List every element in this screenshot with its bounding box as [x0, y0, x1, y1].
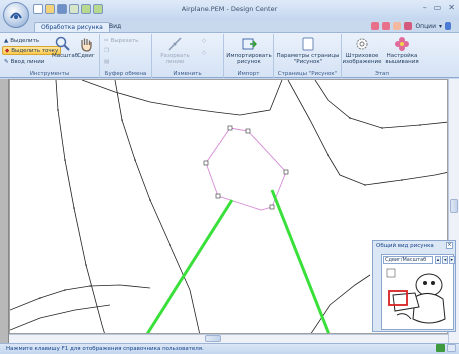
nav-right-icon[interactable]: ▸	[449, 256, 455, 264]
overview-content: Сдвиг/Масштаб ▴ ◂ ▸	[381, 254, 455, 330]
flower-outline-icon	[356, 38, 368, 50]
embroidery-settings-button[interactable]: Настройка вышивания	[382, 36, 422, 65]
scroll-thumb[interactable]	[205, 335, 221, 342]
image-icon[interactable]	[393, 22, 402, 30]
overview-thumbnail[interactable]	[385, 267, 451, 329]
outline-line	[10, 304, 111, 331]
paste-icon: ▤	[104, 58, 110, 65]
left-margin-strip	[0, 79, 9, 343]
app-menu-button[interactable]	[3, 2, 29, 28]
node-tool-icon[interactable]: ◇	[200, 36, 208, 45]
group-label: Импорт	[237, 71, 260, 77]
import-picture-button[interactable]: Импортировать рисунок	[226, 36, 272, 65]
group-label: Буфер обмена	[104, 71, 147, 77]
enter-line-button[interactable]: ✎ Ввод линии	[2, 57, 46, 66]
hand-icon	[81, 38, 92, 52]
group-clipboard: ✂ Вырезать ❐ ▤ Буфер обмена	[100, 34, 152, 78]
chevron-down-icon[interactable]: ▾	[439, 23, 442, 30]
line-pencil-icon: ✎	[4, 58, 9, 65]
select-button[interactable]: ▲ Выделить	[2, 36, 41, 45]
vertex-handle[interactable]	[283, 169, 289, 175]
outline-line	[81, 80, 241, 116]
callout-arrow	[270, 189, 331, 333]
split-line-button[interactable]: Разорвать линию	[154, 36, 196, 65]
magnifier-icon	[386, 268, 396, 278]
copy-button[interactable]: ❐	[102, 46, 111, 55]
ribbon: ▲ Выделить ◆ Выделить точку ✎ Ввод линии…	[0, 32, 459, 78]
vertex-handle[interactable]	[203, 160, 209, 166]
tab-view[interactable]: Вид	[103, 22, 127, 32]
group-label: Страницы "Рисунок"	[277, 71, 338, 77]
status-indicator-icon[interactable]	[436, 344, 445, 352]
callout-arrow	[145, 199, 234, 333]
overview-nav: ▴ ◂ ▸	[435, 256, 455, 264]
app-logo-icon	[10, 12, 22, 19]
flower-icon[interactable]	[371, 22, 380, 30]
horizontal-scrollbar[interactable]	[9, 334, 448, 343]
outline-line	[55, 80, 105, 333]
import-image-icon	[242, 38, 257, 50]
group-label: Изменить	[173, 71, 202, 77]
group-modify: Разорвать линию ◇ ◇ Изменить	[152, 34, 224, 78]
outline-line	[287, 80, 447, 186]
ribbon-right-tools: Опции ▾	[371, 22, 451, 30]
split-line-icon	[168, 37, 182, 51]
flower-icon[interactable]	[404, 22, 413, 30]
status-indicator-icon[interactable]	[447, 344, 456, 352]
point-cursor-icon: ◆	[5, 47, 10, 54]
flower-icon	[395, 37, 409, 51]
minimize-button[interactable]: –	[423, 3, 427, 12]
cut-button[interactable]: ✂ Вырезать	[102, 36, 140, 45]
group-stage: Штриховое изображение Настройка вышивани…	[342, 34, 422, 78]
pan-button[interactable]: Сдвиг	[76, 36, 96, 59]
outline-line	[10, 284, 151, 311]
outline-line	[239, 80, 283, 116]
status-bar: Нажмите клавишу F1 для отображения справ…	[0, 343, 459, 354]
outline-line	[310, 274, 371, 333]
overview-mode-select[interactable]: Сдвиг/Масштаб	[383, 256, 433, 264]
group-import: Импортировать рисунок Импорт	[224, 34, 274, 78]
nav-left-icon[interactable]: ◂	[442, 256, 448, 264]
copy-icon: ❐	[104, 47, 109, 54]
window-controls: – ▭ ✕	[423, 3, 455, 12]
maximize-button[interactable]: ▭	[434, 3, 442, 12]
group-label: Инструменты	[29, 71, 70, 77]
group-tools: ▲ Выделить ◆ Выделить точку ✎ Ввод линии…	[0, 34, 100, 78]
options-menu[interactable]: Опции	[415, 23, 436, 30]
vertex-handle[interactable]	[269, 204, 275, 210]
group-pages: Параметры страницы "Рисунок" Страницы "Р…	[274, 34, 342, 78]
magnifier-icon	[55, 36, 70, 51]
overview-panel: Общий вид рисунка × Сдвиг/Масштаб ▴ ◂ ▸	[372, 240, 456, 332]
close-button[interactable]: ✕	[448, 3, 455, 12]
page-icon	[302, 37, 314, 51]
outline-line	[314, 80, 447, 129]
tab-image-processing[interactable]: Обработка рисунка	[34, 22, 110, 32]
flower-icon[interactable]	[382, 22, 391, 30]
scissors-icon: ✂	[104, 37, 109, 44]
vertex-handle[interactable]	[215, 193, 221, 199]
outline-line	[114, 80, 200, 333]
status-text: Нажмите клавишу F1 для отображения справ…	[6, 346, 204, 352]
help-icon[interactable]	[445, 22, 451, 30]
arrow-cursor-icon: ▲	[4, 37, 9, 44]
vertex-handle[interactable]	[227, 125, 233, 131]
group-label: Этап	[374, 71, 389, 77]
page-params-button[interactable]: Параметры страницы "Рисунок"	[276, 36, 340, 65]
scroll-thumb[interactable]	[450, 199, 458, 213]
status-icons	[436, 344, 456, 352]
vertex-handle[interactable]	[245, 128, 251, 134]
close-icon[interactable]: ×	[446, 242, 453, 249]
window-title: Airplane.PEM - Design Center	[181, 5, 278, 13]
line-image-button[interactable]: Штриховое изображение	[342, 36, 382, 65]
paste-button[interactable]: ▤	[102, 57, 111, 66]
nav-up-icon[interactable]: ▴	[435, 256, 441, 264]
overview-title: Общий вид рисунка	[376, 243, 434, 249]
node-tool-icon[interactable]: ◇	[200, 48, 208, 57]
zoom-button[interactable]: Масштаб	[52, 36, 78, 59]
